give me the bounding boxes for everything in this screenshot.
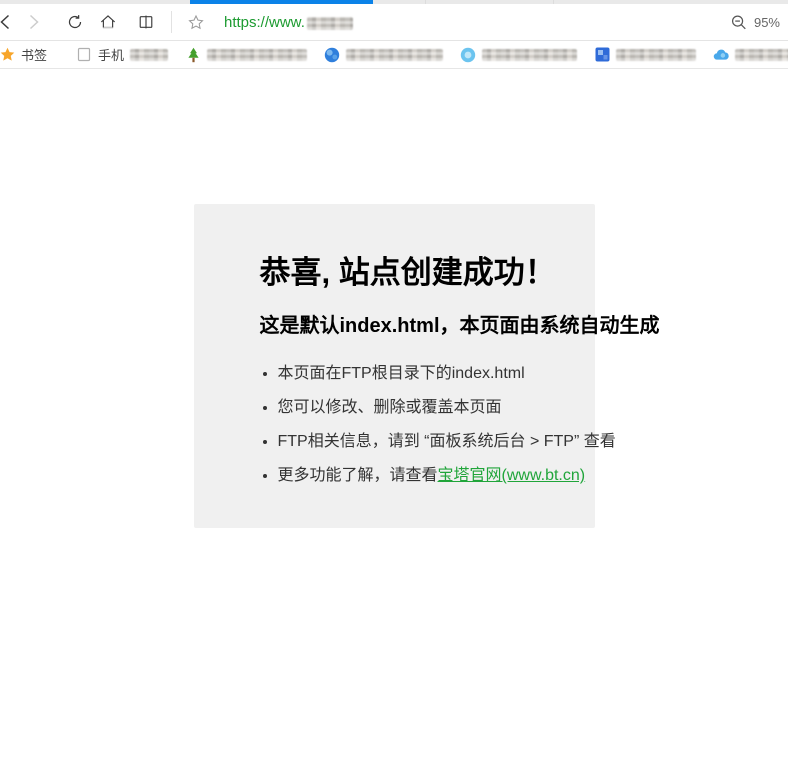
redacted-bookmark-text: [207, 48, 308, 61]
bookmark-item-lightblue[interactable]: [460, 47, 578, 63]
bookmark-item-bluesquare[interactable]: [594, 47, 697, 63]
bookmark-item-cloud[interactable]: [713, 47, 788, 63]
reading-list-button[interactable]: [134, 8, 158, 36]
home-icon: [100, 14, 116, 30]
bt-official-site-link[interactable]: 宝塔官网(www.bt.cn): [438, 467, 586, 484]
star-outline-icon: [188, 14, 204, 30]
back-icon: [0, 14, 14, 30]
bookmark-label: 手机: [98, 48, 125, 63]
square-blue-icon: [594, 47, 610, 63]
tree-icon: [185, 47, 201, 63]
redacted-bookmark-text: [346, 48, 444, 61]
refresh-icon: [67, 14, 83, 30]
favorite-star-button[interactable]: [184, 8, 208, 36]
bookmark-item-tree[interactable]: [185, 47, 308, 63]
redacted-bookmark-text: [616, 48, 697, 61]
more-info-text: 更多功能了解，请查看: [277, 467, 438, 484]
success-panel: 恭喜, 站点创建成功！ 这是默认index.html，本页面由系统自动生成 本页…: [193, 204, 660, 528]
zoom-control[interactable]: 95%: [731, 14, 788, 30]
browser-window: https://www. 95% 书签 手机 恭喜, 站点创建成功！ 这是默认i…: [0, 0, 788, 759]
page-outline-icon: [76, 47, 92, 63]
redacted-bookmark-text: [482, 48, 578, 61]
list-item-ftp-info: FTP相关信息，请到 “面板系统后台 > FTP” 查看: [278, 433, 616, 450]
tab-strip: [0, 0, 788, 4]
bookmark-item-mobile[interactable]: 手机: [76, 45, 169, 64]
open-book-icon: [138, 14, 154, 30]
browser-toolbar: https://www. 95%: [0, 4, 788, 41]
redacted-bookmark-text: [735, 48, 788, 61]
redacted-bookmark-text: [130, 48, 169, 61]
bookmarks-bar: 书签 手机: [0, 41, 788, 69]
zoom-out-icon: [731, 14, 747, 30]
list-item-ftp-root: 本页面在FTP根目录下的index.html: [278, 365, 595, 382]
star-orange-icon: [0, 47, 15, 63]
toolbar-separator: [171, 11, 172, 33]
back-button[interactable]: [0, 8, 18, 36]
list-item-more: 更多功能了解，请查看宝塔官网(www.bt.cn): [278, 467, 595, 484]
page-title: 恭喜, 站点创建成功！: [259, 255, 556, 290]
bookmark-item-globe[interactable]: [324, 47, 444, 63]
tab-separator: [553, 0, 554, 4]
globe-blue-icon: [324, 47, 340, 63]
bookmark-label: 书签: [21, 48, 48, 63]
page-subtitle: 这是默认index.html，本页面由系统自动生成: [259, 315, 660, 337]
bookmark-item-bookmarks[interactable]: 书签: [0, 45, 48, 64]
address-bar[interactable]: https://www.: [212, 14, 731, 31]
home-button[interactable]: [96, 8, 120, 36]
page-content: 恭喜, 站点创建成功！ 这是默认index.html，本页面由系统自动生成 本页…: [0, 204, 788, 759]
cloud-blue-icon: [713, 47, 729, 63]
loading-progress-bar: [190, 0, 373, 4]
tab-separator: [425, 0, 426, 4]
circle-lightblue-icon: [460, 47, 476, 63]
zoom-level: 95%: [753, 14, 780, 30]
url-text[interactable]: https://www.: [224, 14, 305, 31]
refresh-button[interactable]: [63, 8, 87, 36]
list-item-modify: 您可以修改、删除或覆盖本页面: [278, 399, 595, 416]
url-domain-redacted: [306, 16, 353, 30]
forward-icon: [25, 14, 41, 30]
info-list: 本页面在FTP根目录下的index.html 您可以修改、删除或覆盖本页面 FT…: [260, 365, 616, 484]
forward-button[interactable]: [21, 8, 45, 36]
